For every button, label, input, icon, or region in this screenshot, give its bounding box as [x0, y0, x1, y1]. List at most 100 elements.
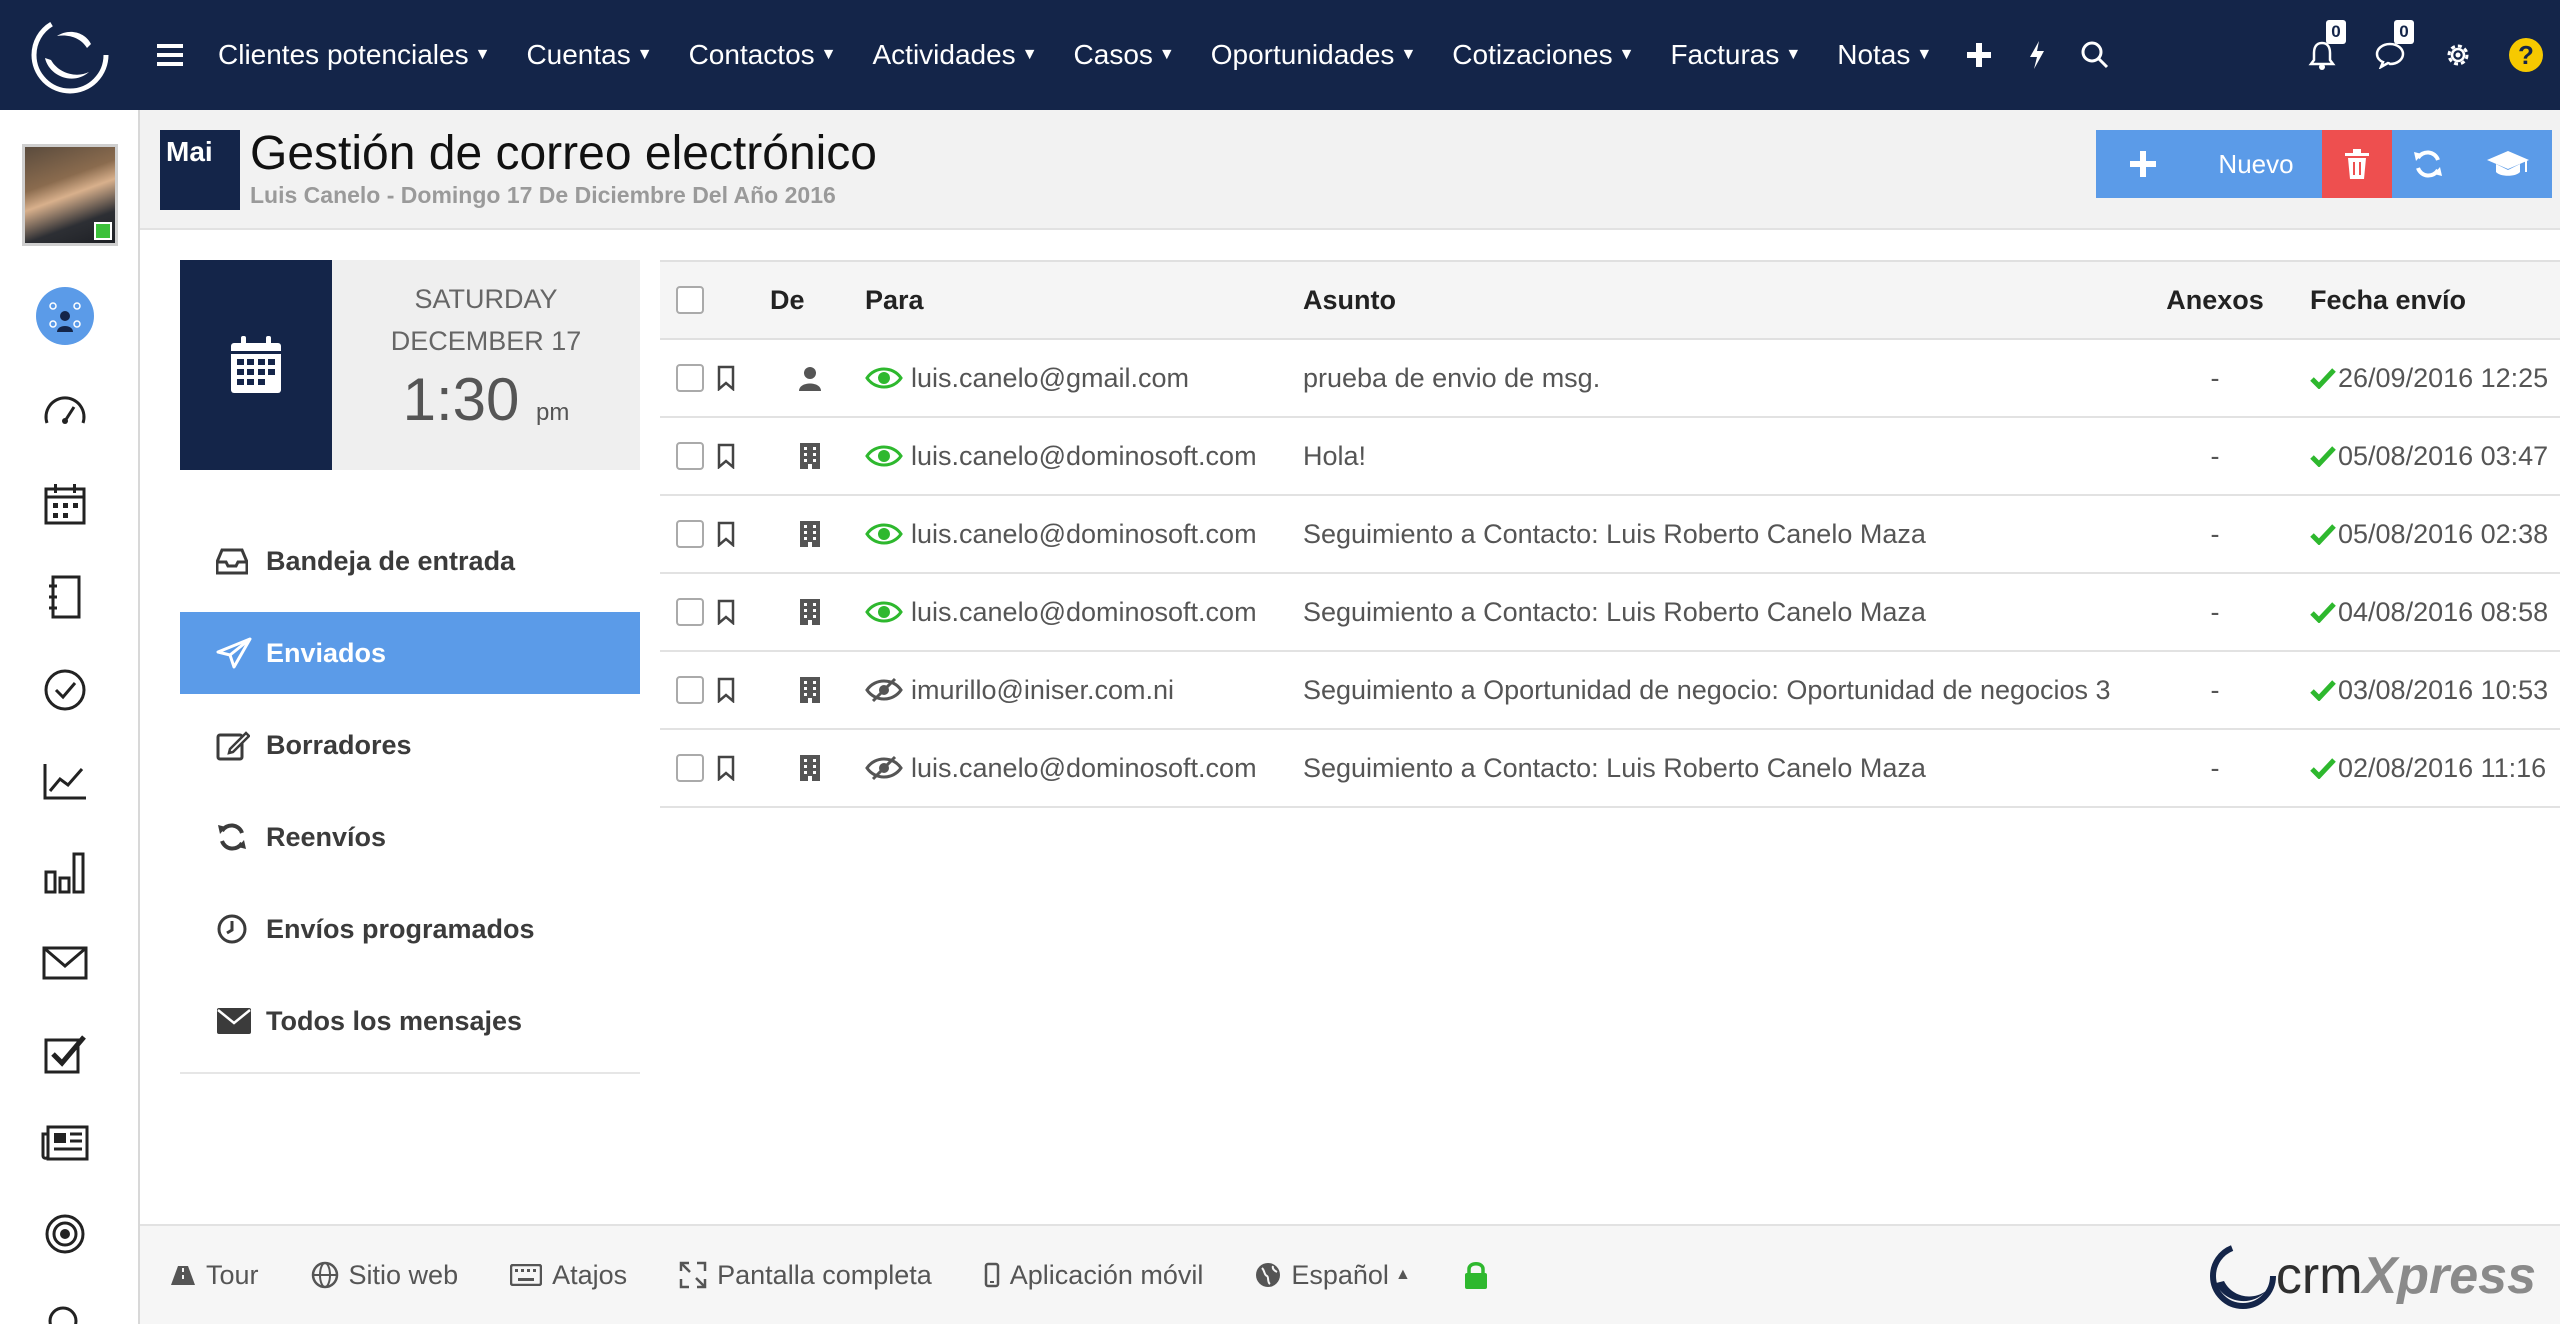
footer-tour-link[interactable]: Tour	[170, 1260, 259, 1291]
eye-slash-icon	[865, 755, 903, 781]
folder-inbox[interactable]: Bandeja de entrada	[180, 520, 640, 602]
help-button[interactable]: ?	[2492, 0, 2560, 110]
caret-down-icon: ▼	[1158, 46, 1175, 63]
folder-all-messages[interactable]: Todos los mensajes	[180, 980, 640, 1062]
col-header-de[interactable]: De	[770, 262, 850, 338]
refresh-button[interactable]	[2392, 130, 2464, 198]
nav-item-facturas[interactable]: Facturas ▼	[1652, 0, 1819, 110]
nav-item-oportunidades[interactable]: Oportunidades ▼	[1193, 0, 1435, 110]
sidebar-item-news[interactable]	[35, 1113, 95, 1173]
search-button[interactable]	[2066, 0, 2124, 110]
bookmark-icon[interactable]	[716, 443, 736, 469]
sidebar-item-email[interactable]	[35, 933, 95, 993]
row-checkbox[interactable]	[676, 676, 704, 704]
folder-label: Envíos programados	[266, 913, 535, 944]
row-checkbox[interactable]	[676, 754, 704, 782]
footer-mobile-app-label: Aplicación móvil	[1009, 1259, 1204, 1290]
footer-mobile-app-link[interactable]: Aplicación móvil	[984, 1259, 1204, 1291]
folder-drafts[interactable]: Borradores	[180, 704, 640, 786]
bookmark-icon[interactable]	[716, 677, 736, 703]
menu-toggle-button[interactable]	[140, 0, 200, 110]
sender-type-cell	[770, 730, 850, 806]
table-row[interactable]: luis.canelo@dominosoft.com Seguimiento a…	[660, 574, 2560, 652]
folder-forwards[interactable]: Reenvíos	[180, 796, 640, 878]
attachments-cell: -	[2210, 440, 2220, 471]
row-checkbox[interactable]	[676, 598, 704, 626]
plus-icon	[2130, 151, 2156, 177]
emails-table: De Para Asunto Anexos Fecha envío luis.c…	[660, 260, 2560, 808]
table-row[interactable]: luis.canelo@dominosoft.com Seguimiento a…	[660, 730, 2560, 808]
notifications-button[interactable]: 0	[2288, 0, 2356, 110]
row-checkbox[interactable]	[676, 520, 704, 548]
row-checkbox[interactable]	[676, 442, 704, 470]
line-chart-icon	[43, 764, 86, 800]
quick-actions-button[interactable]	[2008, 0, 2066, 110]
app-logo[interactable]	[0, 0, 140, 110]
sidebar-item-tasks[interactable]	[35, 660, 95, 720]
bookmark-icon[interactable]	[716, 365, 736, 391]
tutorial-button[interactable]	[2464, 130, 2552, 198]
sidebar-item-dashboard[interactable]	[35, 286, 95, 346]
bookmark-cell	[716, 418, 736, 494]
sidebar-item-reports[interactable]	[35, 842, 95, 902]
caret-down-icon: ▼	[636, 46, 653, 63]
bolt-icon	[2030, 41, 2045, 69]
add-button[interactable]	[2096, 130, 2190, 198]
folder-scheduled[interactable]: Envíos programados	[180, 888, 640, 970]
nav-item-casos[interactable]: Casos ▼	[1056, 0, 1193, 110]
page-subtitle: Luis Canelo - Domingo 17 De Diciembre De…	[250, 182, 836, 208]
nav-item-cotizaciones[interactable]: Cotizaciones ▼	[1434, 0, 1652, 110]
messages-button[interactable]: 0	[2356, 0, 2424, 110]
footer-shortcuts-link[interactable]: Atajos	[510, 1260, 627, 1291]
search-icon	[48, 1306, 78, 1324]
new-email-button[interactable]: Nuevo	[2190, 130, 2322, 198]
table-row[interactable]: luis.canelo@dominosoft.com Seguimiento a…	[660, 496, 2560, 574]
delete-button[interactable]	[2322, 130, 2392, 198]
sidebar-item-speed[interactable]	[35, 381, 95, 441]
col-header-para[interactable]: Para	[865, 262, 924, 338]
select-all-checkbox[interactable]	[676, 286, 704, 314]
table-row[interactable]: imurillo@iniser.com.ni Seguimiento a Opo…	[660, 652, 2560, 730]
settings-button[interactable]	[2424, 0, 2492, 110]
table-row[interactable]: luis.canelo@dominosoft.com Hola! - 05/08…	[660, 418, 2560, 496]
building-icon	[800, 521, 820, 547]
sender-type-cell	[770, 496, 850, 572]
sidebar-item-search[interactable]	[35, 1290, 95, 1324]
col-header-anexos[interactable]: Anexos	[2166, 262, 2264, 338]
nav-item-actividades[interactable]: Actividades ▼	[855, 0, 1056, 110]
col-header-asunto[interactable]: Asunto	[1303, 262, 1396, 338]
footer-language-selector[interactable]: Español ▲	[1255, 1259, 1411, 1291]
quick-create-button[interactable]	[1950, 0, 2008, 110]
bookmark-cell	[716, 574, 736, 650]
col-header-fecha[interactable]: Fecha envío	[2310, 262, 2466, 338]
recipient-cell: luis.canelo@dominosoft.com	[865, 496, 1257, 572]
footer-fullscreen-link[interactable]: Pantalla completa	[679, 1260, 932, 1291]
row-checkbox[interactable]	[676, 364, 704, 392]
sent-date: 02/08/2016 11:16	[2338, 752, 2547, 783]
select-all-checkbox-cell[interactable]	[676, 262, 704, 338]
sidebar-item-calendar[interactable]	[35, 474, 95, 534]
bookmark-icon[interactable]	[716, 755, 736, 781]
folder-sent[interactable]: Enviados	[180, 612, 640, 694]
notifications-badge: 0	[2326, 20, 2346, 44]
sidebar-item-analytics[interactable]	[35, 751, 95, 811]
inbox-icon	[216, 547, 266, 575]
bookmark-icon[interactable]	[716, 521, 736, 547]
footer-language-label: Español	[1291, 1259, 1389, 1290]
nav-item-clientes-potenciales[interactable]: Clientes potenciales ▼	[200, 0, 508, 110]
table-row[interactable]: luis.canelo@gmail.com prueba de envio de…	[660, 340, 2560, 418]
sidebar-item-checklist[interactable]	[35, 1024, 95, 1084]
nav-item-cuentas[interactable]: Cuentas ▼	[508, 0, 670, 110]
top-navbar: Clientes potenciales ▼ Cuentas ▼ Contactos…	[0, 0, 2560, 110]
sidebar-item-notebook[interactable]	[35, 567, 95, 627]
eye-icon	[865, 367, 903, 389]
bookmark-icon[interactable]	[716, 599, 736, 625]
nav-item-notas[interactable]: Notas ▼	[1819, 0, 1950, 110]
graduation-cap-icon	[2487, 151, 2529, 176]
avatar[interactable]	[22, 144, 118, 246]
sidebar-item-goals[interactable]	[35, 1204, 95, 1264]
nav-item-contactos[interactable]: Contactos ▼	[671, 0, 855, 110]
recipient-email: luis.canelo@dominosoft.com	[911, 752, 1257, 783]
footer-website-link[interactable]: Sitio web	[311, 1260, 458, 1291]
recipient-cell: luis.canelo@gmail.com	[865, 340, 1189, 416]
